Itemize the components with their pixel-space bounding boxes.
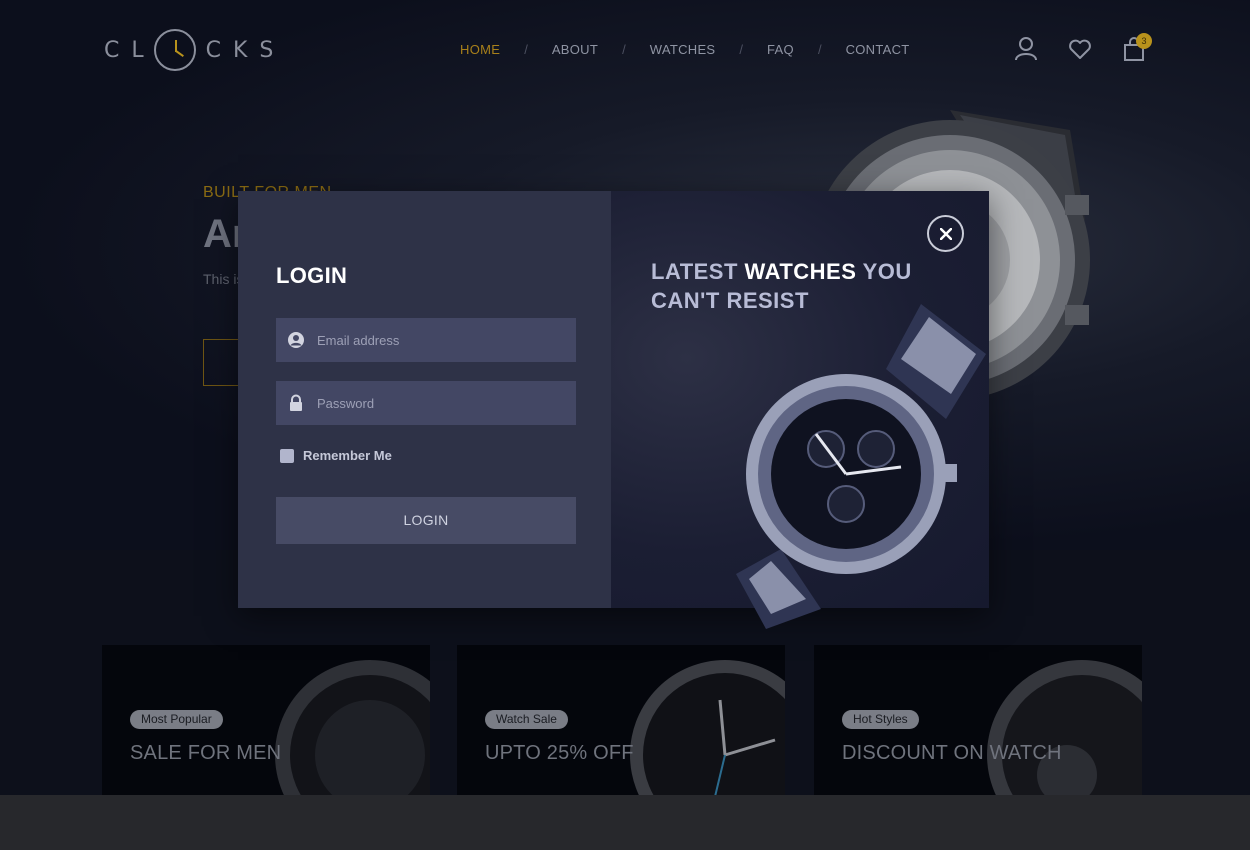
promo-title: UPTO 25% OFF [485, 742, 634, 764]
promo-card-men[interactable]: Most Popular SALE FOR MEN [102, 645, 430, 795]
nav-contact[interactable]: CONTACT [846, 42, 910, 57]
headline-part: LATEST [651, 259, 745, 284]
nav-faq[interactable]: FAQ [767, 42, 794, 57]
nav-home[interactable]: HOME [460, 42, 500, 57]
logo-text-left: CL [104, 37, 156, 63]
promo-badge: Watch Sale [485, 710, 568, 729]
promo-card-discount[interactable]: Hot Styles DISCOUNT ON WATCH [814, 645, 1142, 795]
cart-count-badge: 3 [1136, 33, 1152, 49]
promo-title: SALE FOR MEN [130, 742, 282, 764]
header-icons: 3 [1014, 33, 1152, 62]
chronograph-watch-image [736, 304, 986, 629]
user-icon[interactable] [1014, 36, 1038, 62]
close-button[interactable] [927, 215, 964, 252]
remember-me-label: Remember Me [303, 448, 392, 463]
main-nav: HOME / ABOUT / WATCHES / FAQ / CONTACT [460, 42, 910, 57]
nav-separator: / [739, 42, 744, 57]
logo-text-right: CKS [205, 37, 286, 63]
footer-strip [0, 795, 1250, 850]
nav-about[interactable]: ABOUT [552, 42, 598, 57]
promo-badge: Hot Styles [842, 710, 919, 729]
login-form-panel: LOGIN Email address Password Remember Me… [238, 191, 611, 608]
remember-me: Remember Me [280, 448, 392, 463]
promo-watch-image [630, 660, 785, 795]
close-icon [939, 227, 952, 240]
login-submit-button[interactable]: LOGIN [276, 497, 576, 544]
login-modal: LOGIN Email address Password Remember Me… [238, 191, 989, 629]
nav-separator: / [817, 42, 822, 57]
promo-title: DISCOUNT ON WATCH [842, 742, 1062, 764]
password-placeholder: Password [317, 395, 375, 411]
email-field[interactable]: Email address [276, 318, 576, 362]
promo-card-sale[interactable]: Watch Sale UPTO 25% OFF [457, 645, 785, 795]
lock-icon [290, 394, 302, 411]
promo-badge: Most Popular [130, 710, 223, 729]
clock-icon [153, 29, 196, 71]
site-logo[interactable]: CL CKS [104, 29, 285, 71]
headline-strong: WATCHES [744, 259, 857, 284]
promo-watch-image [987, 660, 1142, 795]
nav-watches[interactable]: WATCHES [650, 42, 716, 57]
heart-icon[interactable] [1068, 36, 1092, 62]
user-circle-icon [288, 332, 304, 348]
shopping-bag-icon[interactable]: 3 [1122, 33, 1152, 62]
login-title: LOGIN [276, 263, 348, 288]
promo-panel: LATEST WATCHES YOU CAN'T RESIST [611, 191, 989, 629]
nav-separator: / [622, 42, 626, 57]
email-placeholder: Email address [317, 332, 400, 348]
promo-watch-image [275, 660, 430, 795]
password-field[interactable]: Password [276, 381, 576, 425]
nav-separator: / [524, 42, 528, 57]
site-header: CL CKS HOME / ABOUT / WATCHES / FAQ / CO… [0, 0, 1250, 100]
remember-me-checkbox[interactable] [280, 448, 294, 463]
